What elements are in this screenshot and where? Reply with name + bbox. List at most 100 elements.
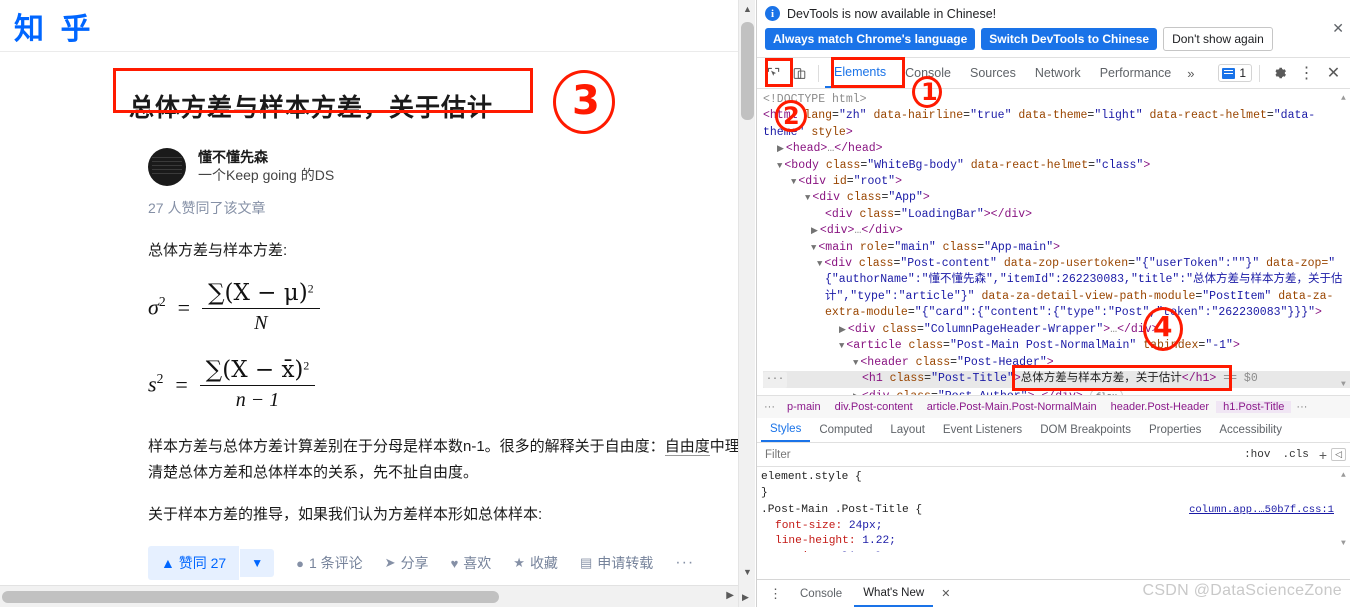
dom-html-row[interactable]: <html lang="zh" data-hairline="true" dat… bbox=[763, 108, 1350, 141]
favorite-button[interactable]: ★ 收藏 bbox=[513, 553, 558, 573]
page-horizontal-scrollbar[interactable]: ▶ bbox=[0, 585, 738, 607]
dom-post-author-row[interactable]: ▶<div class="Post-Author">…</div> flex bbox=[763, 388, 1350, 395]
tab-performance[interactable]: Performance bbox=[1091, 58, 1181, 88]
downvote-button[interactable]: ▼ bbox=[240, 549, 275, 577]
rule-post-title[interactable]: .Post-Main .Post-Title { column.app.…50b… bbox=[761, 503, 1350, 552]
computed-sidebar-toggle-icon[interactable]: ◁ bbox=[1331, 448, 1346, 461]
breadcrumb-item-post-content[interactable]: div.Post-content bbox=[828, 401, 920, 413]
hscroll-right-arrow-icon[interactable]: ▶ bbox=[726, 590, 734, 601]
vscroll-down-arrow-icon[interactable]: ▼ bbox=[743, 567, 752, 577]
share-button[interactable]: ➤ 分享 bbox=[385, 553, 429, 573]
decl-margin[interactable]: margin: ▸ 24px 0; bbox=[761, 550, 1350, 553]
decl-line-height[interactable]: line-height: 1.22; bbox=[761, 534, 1350, 550]
comment-icon: ● bbox=[296, 555, 304, 571]
decl-margin-value[interactable]: ▸ 24px 0; bbox=[829, 551, 888, 553]
new-style-rule-button[interactable]: + bbox=[1315, 447, 1331, 463]
decl-font-size[interactable]: font-size: 24px; bbox=[761, 519, 1350, 535]
author-text: 懂不懂先森 一个Keep going 的DS bbox=[198, 149, 334, 185]
tab-styles[interactable]: Styles bbox=[761, 418, 811, 442]
dom-root-div-row[interactable]: ▼ <div id="root"> bbox=[763, 174, 1350, 190]
flex-badge[interactable]: flex bbox=[1089, 388, 1124, 395]
switch-to-chinese-button[interactable]: Switch DevTools to Chinese bbox=[981, 28, 1158, 50]
dom-article-row[interactable]: ▼ <article class="Post-Main Post-NormalMa… bbox=[763, 338, 1350, 354]
tab-layout[interactable]: Layout bbox=[881, 418, 934, 442]
devtools-kebab-menu-icon[interactable]: ⋮ bbox=[1294, 61, 1319, 85]
message-count-chip[interactable]: 1 bbox=[1218, 64, 1252, 82]
tab-properties[interactable]: Properties bbox=[1140, 418, 1210, 442]
dom-loadingbar-row[interactable]: <div class="LoadingBar"></div> bbox=[763, 207, 1350, 223]
always-match-language-button[interactable]: Always match Chrome's language bbox=[765, 28, 976, 50]
more-actions-button[interactable]: ··· bbox=[675, 554, 694, 572]
more-tabs-icon[interactable]: » bbox=[1181, 66, 1200, 81]
dom-columnpage-row[interactable]: ▶ <div class="ColumnPageHeader-Wrapper">…… bbox=[763, 322, 1350, 338]
gear-icon[interactable] bbox=[1267, 61, 1292, 85]
styles-filter-input[interactable]: Filter bbox=[761, 449, 1238, 461]
decl-font-size-value[interactable]: 24px; bbox=[849, 520, 883, 532]
dont-show-again-button[interactable]: Don't show again bbox=[1163, 27, 1273, 51]
avatar[interactable] bbox=[148, 148, 186, 186]
formula-sample-variance: s2 = ∑(X − x̄)2 n − 1 bbox=[148, 357, 738, 412]
dom-h1-selected-marker: == $0 bbox=[1223, 371, 1258, 385]
dom-collapsed-div-row[interactable]: ▶ <div>…</div> bbox=[763, 223, 1350, 239]
styles-filter-row: Filter :hov .cls + ◁ bbox=[757, 443, 1350, 467]
page-vertical-scrollbar[interactable]: ▲ ▼ ▶ bbox=[738, 0, 755, 607]
breadcrumb-item-h1[interactable]: h1.Post-Title bbox=[1216, 401, 1292, 413]
breadcrumb-item-header[interactable]: header.Post-Header bbox=[1104, 401, 1216, 413]
author-bio: 一个Keep going 的DS bbox=[198, 167, 335, 183]
drawer-kebab-menu-icon[interactable]: ⋮ bbox=[763, 586, 788, 602]
like-button[interactable]: ♥ 喜欢 bbox=[451, 553, 492, 573]
freedom-degree-link[interactable]: 自由度 bbox=[664, 438, 710, 456]
tab-console[interactable]: Console bbox=[896, 58, 960, 88]
dom-scroll-down-icon: ▼ bbox=[1341, 379, 1346, 389]
upvote-button[interactable]: ▲ 赞同 27 bbox=[148, 546, 241, 580]
styles-rules-body[interactable]: element.style { } .Post-Main .Post-Title… bbox=[757, 467, 1350, 552]
vscroll-up-arrow-icon[interactable]: ▲ bbox=[743, 4, 752, 14]
inspect-element-icon[interactable] bbox=[761, 61, 786, 85]
decl-line-height-value[interactable]: 1.22; bbox=[862, 535, 896, 547]
styles-scrollbar[interactable]: ▲ ▼ bbox=[1340, 467, 1349, 552]
dom-tree[interactable]: <!DOCTYPE html> <html lang="zh" data-hai… bbox=[757, 89, 1350, 395]
breadcrumb-item-article[interactable]: article.Post-Main.Post-NormalMain bbox=[920, 401, 1104, 413]
drawer-tab-console[interactable]: Console bbox=[791, 580, 851, 607]
hov-toggle[interactable]: :hov bbox=[1238, 449, 1276, 461]
devtools-close-icon[interactable]: ✕ bbox=[1321, 61, 1346, 85]
formula1-num-sup: 2 bbox=[307, 282, 314, 296]
cls-toggle[interactable]: .cls bbox=[1276, 449, 1314, 461]
author-name[interactable]: 懂不懂先森 bbox=[198, 149, 334, 166]
zhihu-logo[interactable]: 知 乎 bbox=[14, 4, 93, 48]
dom-main-row[interactable]: ▼ <main role="main" class="App-main"> bbox=[763, 240, 1350, 256]
republish-button[interactable]: ▤ 申请转载 bbox=[580, 553, 653, 573]
dom-app-div-row[interactable]: ▼ <div class="App"> bbox=[763, 190, 1350, 206]
breadcrumb[interactable]: ··· p-main div.Post-content article.Post… bbox=[757, 395, 1350, 418]
tab-accessibility[interactable]: Accessibility bbox=[1210, 418, 1291, 442]
tab-event-listeners[interactable]: Event Listeners bbox=[934, 418, 1031, 442]
tab-elements[interactable]: Elements bbox=[825, 58, 896, 88]
dom-post-content-row[interactable]: ▼ <div class="Post-content" data-zop-user… bbox=[763, 256, 1350, 322]
dom-header-row[interactable]: ▼ <header class="Post-Header"> bbox=[763, 355, 1350, 371]
vscroll-thumb[interactable] bbox=[741, 22, 754, 120]
dom-tree-scrollbar[interactable]: ▲ ▼ bbox=[1340, 89, 1350, 395]
tab-sources[interactable]: Sources bbox=[961, 58, 1025, 88]
devtools-toolbar: Elements Console Sources Network Perform… bbox=[757, 58, 1350, 89]
dom-head-row[interactable]: ▶ <head>…</head> bbox=[763, 141, 1350, 157]
drawer-tab-whats-new[interactable]: What's New bbox=[854, 580, 934, 607]
breadcrumb-overflow-left[interactable]: ··· bbox=[759, 401, 780, 413]
comment-button[interactable]: ● 1 条评论 bbox=[296, 553, 363, 573]
breadcrumb-item-main[interactable]: p-main bbox=[780, 401, 828, 413]
tab-dom-breakpoints[interactable]: DOM Breakpoints bbox=[1031, 418, 1140, 442]
rule-element-style[interactable]: element.style { } bbox=[761, 470, 1350, 501]
tab-network[interactable]: Network bbox=[1026, 58, 1090, 88]
tab-computed[interactable]: Computed bbox=[810, 418, 881, 442]
republish-label: 申请转载 bbox=[597, 555, 654, 571]
drawer-close-icon[interactable]: ✕ bbox=[941, 587, 950, 600]
vscroll-bottom-arrow-icon[interactable]: ▶ bbox=[742, 592, 749, 603]
dom-body-row[interactable]: ▼ <body class="WhiteBg-body" data-react-h… bbox=[763, 158, 1350, 174]
dom-h1-ellipsis-badge[interactable]: ··· bbox=[763, 371, 788, 389]
device-toolbar-icon[interactable] bbox=[787, 61, 812, 85]
dom-h1-row[interactable]: ··· <h1 class="Post-Title">总体方差与样本方差，关于估计… bbox=[763, 370, 1350, 389]
rule-source-link[interactable]: column.app.…50b7f.css:1 bbox=[1189, 503, 1334, 519]
share-icon: ➤ bbox=[384, 555, 396, 570]
breadcrumb-overflow-right[interactable]: ··· bbox=[1291, 401, 1312, 413]
banner-close-icon[interactable]: ✕ bbox=[1332, 20, 1344, 37]
hscroll-thumb[interactable] bbox=[2, 591, 499, 603]
